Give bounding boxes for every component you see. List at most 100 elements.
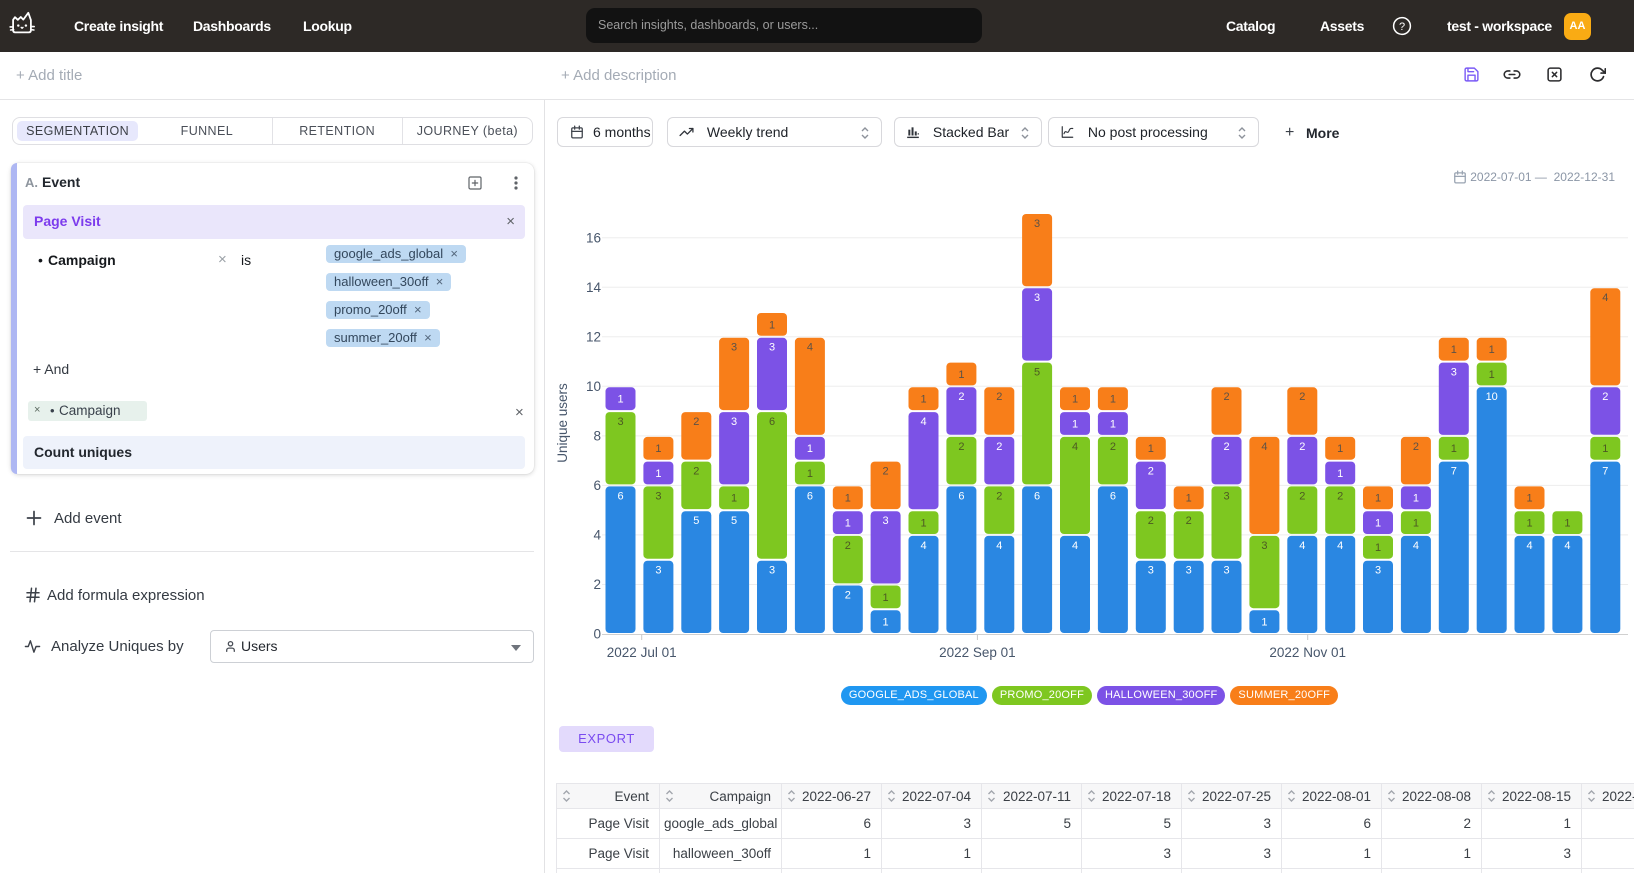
svg-text:4: 4 — [1337, 540, 1343, 552]
svg-text:4: 4 — [1602, 292, 1608, 304]
svg-text:2022 Nov 01: 2022 Nov 01 — [1269, 645, 1346, 660]
svg-text:1: 1 — [920, 394, 926, 406]
svg-text:2: 2 — [958, 391, 964, 403]
svg-text:3: 3 — [1223, 490, 1229, 502]
svg-text:1: 1 — [1489, 344, 1495, 356]
svg-text:16: 16 — [586, 230, 601, 245]
svg-text:12: 12 — [586, 329, 601, 344]
svg-text:1: 1 — [617, 394, 623, 406]
svg-text:1: 1 — [1526, 493, 1532, 505]
svg-text:2: 2 — [883, 466, 889, 478]
svg-text:2: 2 — [693, 466, 699, 478]
svg-text:2: 2 — [1223, 441, 1229, 453]
svg-text:6: 6 — [807, 490, 813, 502]
svg-text:2: 2 — [1413, 441, 1419, 453]
svg-text:3: 3 — [1148, 565, 1154, 577]
svg-text:2: 2 — [845, 589, 851, 601]
svg-text:2: 2 — [693, 416, 699, 428]
svg-text:1: 1 — [845, 493, 851, 505]
svg-text:4: 4 — [920, 540, 926, 552]
svg-text:3: 3 — [731, 416, 737, 428]
svg-text:3: 3 — [883, 515, 889, 527]
svg-text:7: 7 — [1451, 466, 1457, 478]
svg-text:4: 4 — [807, 342, 813, 354]
svg-text:3: 3 — [1034, 218, 1040, 230]
svg-text:1: 1 — [1526, 518, 1532, 530]
svg-text:3: 3 — [1375, 565, 1381, 577]
svg-text:2: 2 — [1223, 391, 1229, 403]
svg-text:2: 2 — [1602, 391, 1608, 403]
svg-text:6: 6 — [769, 416, 775, 428]
svg-text:1: 1 — [731, 493, 737, 505]
svg-text:2: 2 — [996, 441, 1002, 453]
svg-text:6: 6 — [958, 490, 964, 502]
svg-text:2022 Sep 01: 2022 Sep 01 — [939, 645, 1016, 660]
svg-text:4: 4 — [593, 528, 601, 543]
svg-text:2: 2 — [996, 490, 1002, 502]
svg-text:1: 1 — [1489, 369, 1495, 381]
svg-text:1: 1 — [1451, 443, 1457, 455]
svg-text:5: 5 — [1034, 367, 1040, 379]
svg-text:1: 1 — [1148, 443, 1154, 455]
svg-text:3: 3 — [617, 416, 623, 428]
svg-text:4: 4 — [1413, 540, 1419, 552]
svg-text:5: 5 — [693, 515, 699, 527]
svg-text:1: 1 — [1072, 418, 1078, 430]
svg-text:1: 1 — [1413, 518, 1419, 530]
svg-text:Unique users: Unique users — [555, 383, 570, 463]
svg-text:2: 2 — [1148, 515, 1154, 527]
svg-text:1: 1 — [958, 369, 964, 381]
svg-text:2: 2 — [845, 540, 851, 552]
svg-text:1: 1 — [655, 468, 661, 480]
svg-text:1: 1 — [1337, 443, 1343, 455]
svg-text:2: 2 — [996, 391, 1002, 403]
svg-text:3: 3 — [1034, 292, 1040, 304]
svg-text:4: 4 — [1526, 540, 1532, 552]
svg-text:4: 4 — [1261, 441, 1267, 453]
svg-text:2: 2 — [1299, 391, 1305, 403]
svg-text:1: 1 — [1261, 617, 1267, 629]
svg-text:6: 6 — [1034, 490, 1040, 502]
svg-text:1: 1 — [807, 443, 813, 455]
svg-text:3: 3 — [1186, 565, 1192, 577]
svg-text:5: 5 — [731, 515, 737, 527]
svg-text:1: 1 — [1186, 493, 1192, 505]
svg-text:8: 8 — [593, 429, 601, 444]
svg-text:6: 6 — [1110, 490, 1116, 502]
svg-text:4: 4 — [1299, 540, 1305, 552]
svg-text:1: 1 — [655, 443, 661, 455]
svg-text:1: 1 — [1602, 443, 1608, 455]
svg-text:1: 1 — [1072, 394, 1078, 406]
svg-text:10: 10 — [586, 379, 601, 394]
svg-text:4: 4 — [996, 540, 1002, 552]
svg-text:10: 10 — [1486, 391, 1498, 403]
svg-text:4: 4 — [1564, 540, 1570, 552]
svg-text:3: 3 — [769, 342, 775, 354]
svg-text:3: 3 — [1223, 565, 1229, 577]
svg-text:6: 6 — [593, 478, 601, 493]
svg-text:1: 1 — [807, 468, 813, 480]
svg-text:7: 7 — [1602, 466, 1608, 478]
svg-text:1: 1 — [883, 592, 889, 604]
svg-text:1: 1 — [1564, 518, 1570, 530]
svg-text:3: 3 — [1261, 540, 1267, 552]
svg-text:?: ? — [1399, 21, 1405, 33]
svg-text:3: 3 — [769, 565, 775, 577]
svg-text:4: 4 — [920, 416, 926, 428]
svg-text:1: 1 — [1110, 418, 1116, 430]
svg-text:1: 1 — [883, 617, 889, 629]
svg-text:2: 2 — [1186, 515, 1192, 527]
svg-text:1: 1 — [1451, 344, 1457, 356]
svg-text:2: 2 — [1148, 466, 1154, 478]
svg-text:1: 1 — [845, 518, 851, 530]
svg-text:1: 1 — [1375, 542, 1381, 554]
svg-text:2: 2 — [958, 441, 964, 453]
svg-text:14: 14 — [586, 280, 602, 295]
svg-text:1: 1 — [1110, 394, 1116, 406]
svg-text:1: 1 — [1413, 493, 1419, 505]
svg-text:4: 4 — [1072, 540, 1078, 552]
svg-text:1: 1 — [1375, 518, 1381, 530]
svg-text:6: 6 — [617, 490, 623, 502]
svg-text:0: 0 — [593, 627, 601, 642]
svg-text:2: 2 — [1299, 441, 1305, 453]
